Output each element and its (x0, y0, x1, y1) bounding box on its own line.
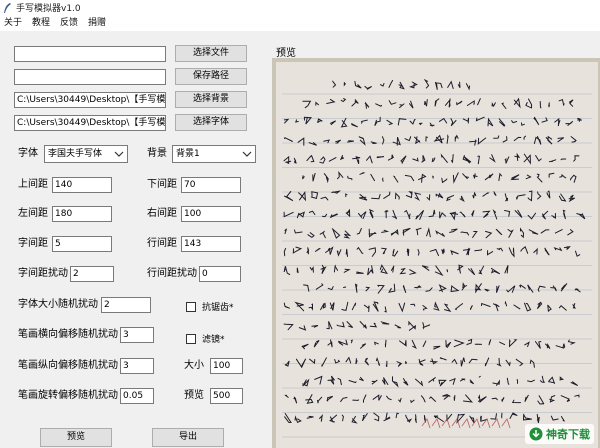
line-spacing-jitter-label: 行间距扰动 (147, 268, 197, 279)
bottom-margin-label: 下间距 (147, 179, 177, 190)
menu-bar: 关于 教程 反馈 捐赠 (0, 15, 600, 31)
background-select[interactable]: 背景1 (172, 145, 256, 163)
char-spacing-jitter-input[interactable]: 2 (70, 266, 114, 282)
handwritten-page-image (272, 58, 600, 448)
stroke-rot-jitter-input[interactable]: 0.05 (120, 388, 154, 404)
watermark-text: 神奇下载 (546, 428, 590, 441)
size-input[interactable]: 100 (210, 358, 243, 374)
font-select[interactable]: 李国夫手写体 (44, 145, 128, 163)
menu-donate[interactable]: 捐赠 (83, 15, 111, 31)
text-file-input[interactable] (14, 46, 166, 62)
menu-feedback[interactable]: 反馈 (55, 15, 83, 31)
preview-size-input[interactable]: 500 (210, 388, 243, 404)
select-font-button[interactable]: 选择字体 (175, 114, 247, 131)
preview-panel-label: 预览 (276, 48, 296, 59)
antialias-label: 抗锯齿* (202, 303, 234, 313)
download-logo-icon (529, 427, 543, 441)
title-bar: 手写模拟器v1.0 (0, 0, 600, 15)
line-spacing-input[interactable]: 143 (181, 236, 241, 252)
left-margin-label: 左间距 (18, 208, 48, 219)
stroke-rot-jitter-label: 笔画旋转偏移随机扰动 (18, 390, 118, 401)
feather-icon (4, 2, 11, 13)
select-file-button[interactable]: 选择文件 (175, 45, 247, 62)
left-margin-input[interactable]: 180 (52, 206, 112, 222)
stroke-v-jitter-input[interactable]: 3 (120, 358, 154, 374)
font-label: 字体 (18, 148, 38, 159)
font-size-jitter-input[interactable]: 2 (101, 297, 151, 313)
preview-size-label: 预览 (184, 390, 204, 401)
size-label: 大小 (184, 360, 204, 371)
stroke-v-jitter-label: 笔画纵向偏移随机扰动 (18, 360, 118, 371)
blur-checkbox[interactable]: 滤镜* (186, 332, 225, 345)
line-spacing-jitter-input[interactable]: 0 (199, 266, 241, 282)
font-size-jitter-label: 字体大小随机扰动 (18, 299, 98, 310)
menu-about[interactable]: 关于 (0, 15, 27, 31)
font-path-input[interactable]: C:\Users\30449\Desktop\【手写模 (14, 115, 166, 131)
preview-button[interactable]: 预览 (40, 428, 112, 447)
antialias-checkbox[interactable]: 抗锯齿* (186, 300, 234, 313)
top-margin-label: 上间距 (18, 179, 48, 190)
right-margin-label: 右间距 (147, 208, 177, 219)
checkbox-box (186, 333, 196, 344)
top-margin-input[interactable]: 140 (52, 177, 112, 193)
export-button[interactable]: 导出 (152, 428, 224, 447)
line-spacing-label: 行间距 (147, 238, 177, 249)
char-spacing-jitter-label: 字间距扰动 (18, 268, 68, 279)
font-select-value: 李国夫手写体 (48, 149, 103, 159)
save-path-input[interactable] (14, 69, 166, 85)
background-path-input[interactable]: C:\Users\30449\Desktop\【手写模 (14, 92, 166, 108)
watermark: 神奇下载 (525, 424, 594, 444)
char-spacing-input[interactable]: 5 (52, 236, 112, 252)
stroke-h-jitter-label: 笔画横向偏移随机扰动 (18, 329, 118, 340)
char-spacing-label: 字间距 (18, 238, 48, 249)
save-path-button[interactable]: 保存路径 (175, 68, 247, 85)
blur-label: 滤镜* (202, 335, 225, 345)
right-margin-input[interactable]: 100 (181, 206, 241, 222)
chevron-down-icon (242, 151, 252, 157)
checkbox-box (186, 301, 196, 312)
menu-tutorial[interactable]: 教程 (27, 15, 55, 31)
select-background-button[interactable]: 选择背景 (175, 91, 247, 108)
chevron-down-icon (114, 151, 124, 157)
window-title: 手写模拟器v1.0 (16, 4, 81, 14)
background-label: 背景 (147, 148, 167, 159)
stroke-h-jitter-input[interactable]: 3 (120, 327, 154, 343)
bottom-margin-input[interactable]: 70 (181, 177, 241, 193)
background-select-value: 背景1 (176, 149, 200, 159)
preview-image: 神奇下载 (272, 58, 600, 448)
